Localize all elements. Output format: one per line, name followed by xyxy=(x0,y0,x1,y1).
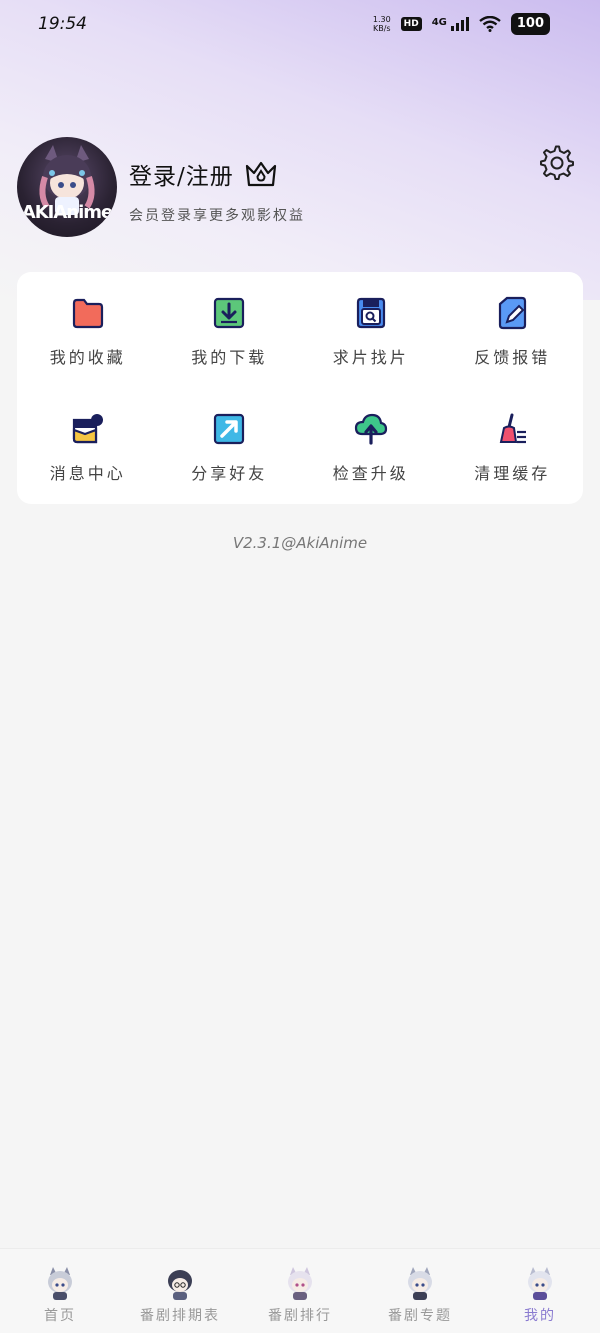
broom-icon xyxy=(500,413,527,444)
avatar[interactable]: AKIAnime xyxy=(17,137,117,237)
menu-item-feedback[interactable]: 反馈报错 xyxy=(442,272,584,388)
message-icon xyxy=(72,414,103,444)
folder-icon xyxy=(72,298,103,329)
tab-label: 番剧专题 xyxy=(388,1308,452,1324)
tab-label: 我的 xyxy=(524,1308,556,1324)
menu-label: 分享好友 xyxy=(191,464,268,483)
menu-label: 我的下载 xyxy=(191,348,268,367)
menu-item-update[interactable]: 检查升级 xyxy=(300,388,442,504)
mine-chibi-icon xyxy=(528,1267,552,1300)
status-time: 19:54 xyxy=(38,14,87,34)
cloud-upload-icon xyxy=(354,413,387,445)
menu-item-favorites[interactable]: 我的收藏 xyxy=(17,272,159,388)
tab-schedule[interactable]: 番剧排期表 xyxy=(120,1249,240,1325)
menu-grid: 我的收藏 我的下载 求片找片 反馈报错 消息中心 分享好友 检查升级 清理缓存 xyxy=(17,272,583,504)
profile-section: AKIAnime 登录/注册 会员登录享更多观影权益 xyxy=(17,137,583,241)
wifi-icon xyxy=(479,16,501,32)
tab-label: 番剧排期表 xyxy=(140,1308,220,1324)
tab-topics[interactable]: 番剧专题 xyxy=(360,1249,480,1325)
menu-item-downloads[interactable]: 我的下载 xyxy=(159,272,301,388)
net-speed-unit: KB/s xyxy=(372,24,391,33)
menu-label: 检查升级 xyxy=(332,464,409,483)
crown-icon xyxy=(245,161,276,187)
status-bar: 19:54 1.30 KB/s HD 4G 100 xyxy=(0,0,600,48)
avatar-logo-text: AKIAnime xyxy=(21,202,113,223)
menu-label: 清理缓存 xyxy=(474,464,551,483)
search-file-icon xyxy=(356,297,385,329)
menu-item-share[interactable]: 分享好友 xyxy=(159,388,301,504)
login-register-label: 登录/注册 xyxy=(129,164,234,190)
menu-label: 反馈报错 xyxy=(474,348,551,367)
menu-label: 消息中心 xyxy=(49,464,126,483)
menu-label: 我的收藏 xyxy=(49,348,126,367)
menu-label: 求片找片 xyxy=(332,348,409,367)
tab-home[interactable]: 首页 xyxy=(0,1249,120,1325)
member-subtitle: 会员登录享更多观影权益 xyxy=(129,208,305,224)
home-chibi-icon xyxy=(48,1267,72,1300)
tab-ranking[interactable]: 番剧排行 xyxy=(240,1249,360,1325)
net-speed-value: 1.30 xyxy=(372,15,391,24)
bottom-tabbar: 首页 番剧排期表 番剧排行 番剧专题 我的 xyxy=(0,1248,600,1333)
ranking-chibi-icon xyxy=(288,1267,312,1300)
net-speed: 1.30 KB/s xyxy=(373,15,391,33)
network-type: 4G xyxy=(431,17,447,28)
status-icons: 1.30 KB/s HD 4G 100 xyxy=(373,13,550,35)
menu-item-clear-cache[interactable]: 清理缓存 xyxy=(442,388,584,504)
login-register-link[interactable]: 登录/注册 xyxy=(129,157,278,191)
menu-item-request[interactable]: 求片找片 xyxy=(300,272,442,388)
battery-icon: 100 xyxy=(510,13,550,35)
download-icon xyxy=(214,297,245,329)
menu-item-messages[interactable]: 消息中心 xyxy=(17,388,159,504)
schedule-chibi-icon xyxy=(168,1270,192,1300)
settings-gear-icon[interactable] xyxy=(539,145,575,181)
share-icon xyxy=(214,413,245,445)
version-text: V2.3.1@AkiAnime xyxy=(232,534,368,552)
tab-label: 首页 xyxy=(44,1308,76,1324)
signal-icon: 4G xyxy=(432,17,469,31)
topics-chibi-icon xyxy=(408,1267,432,1300)
hd-badge: HD xyxy=(400,17,422,31)
edit-doc-icon xyxy=(499,296,527,330)
tab-mine[interactable]: 我的 xyxy=(480,1249,600,1325)
tab-label: 番剧排行 xyxy=(268,1308,332,1324)
